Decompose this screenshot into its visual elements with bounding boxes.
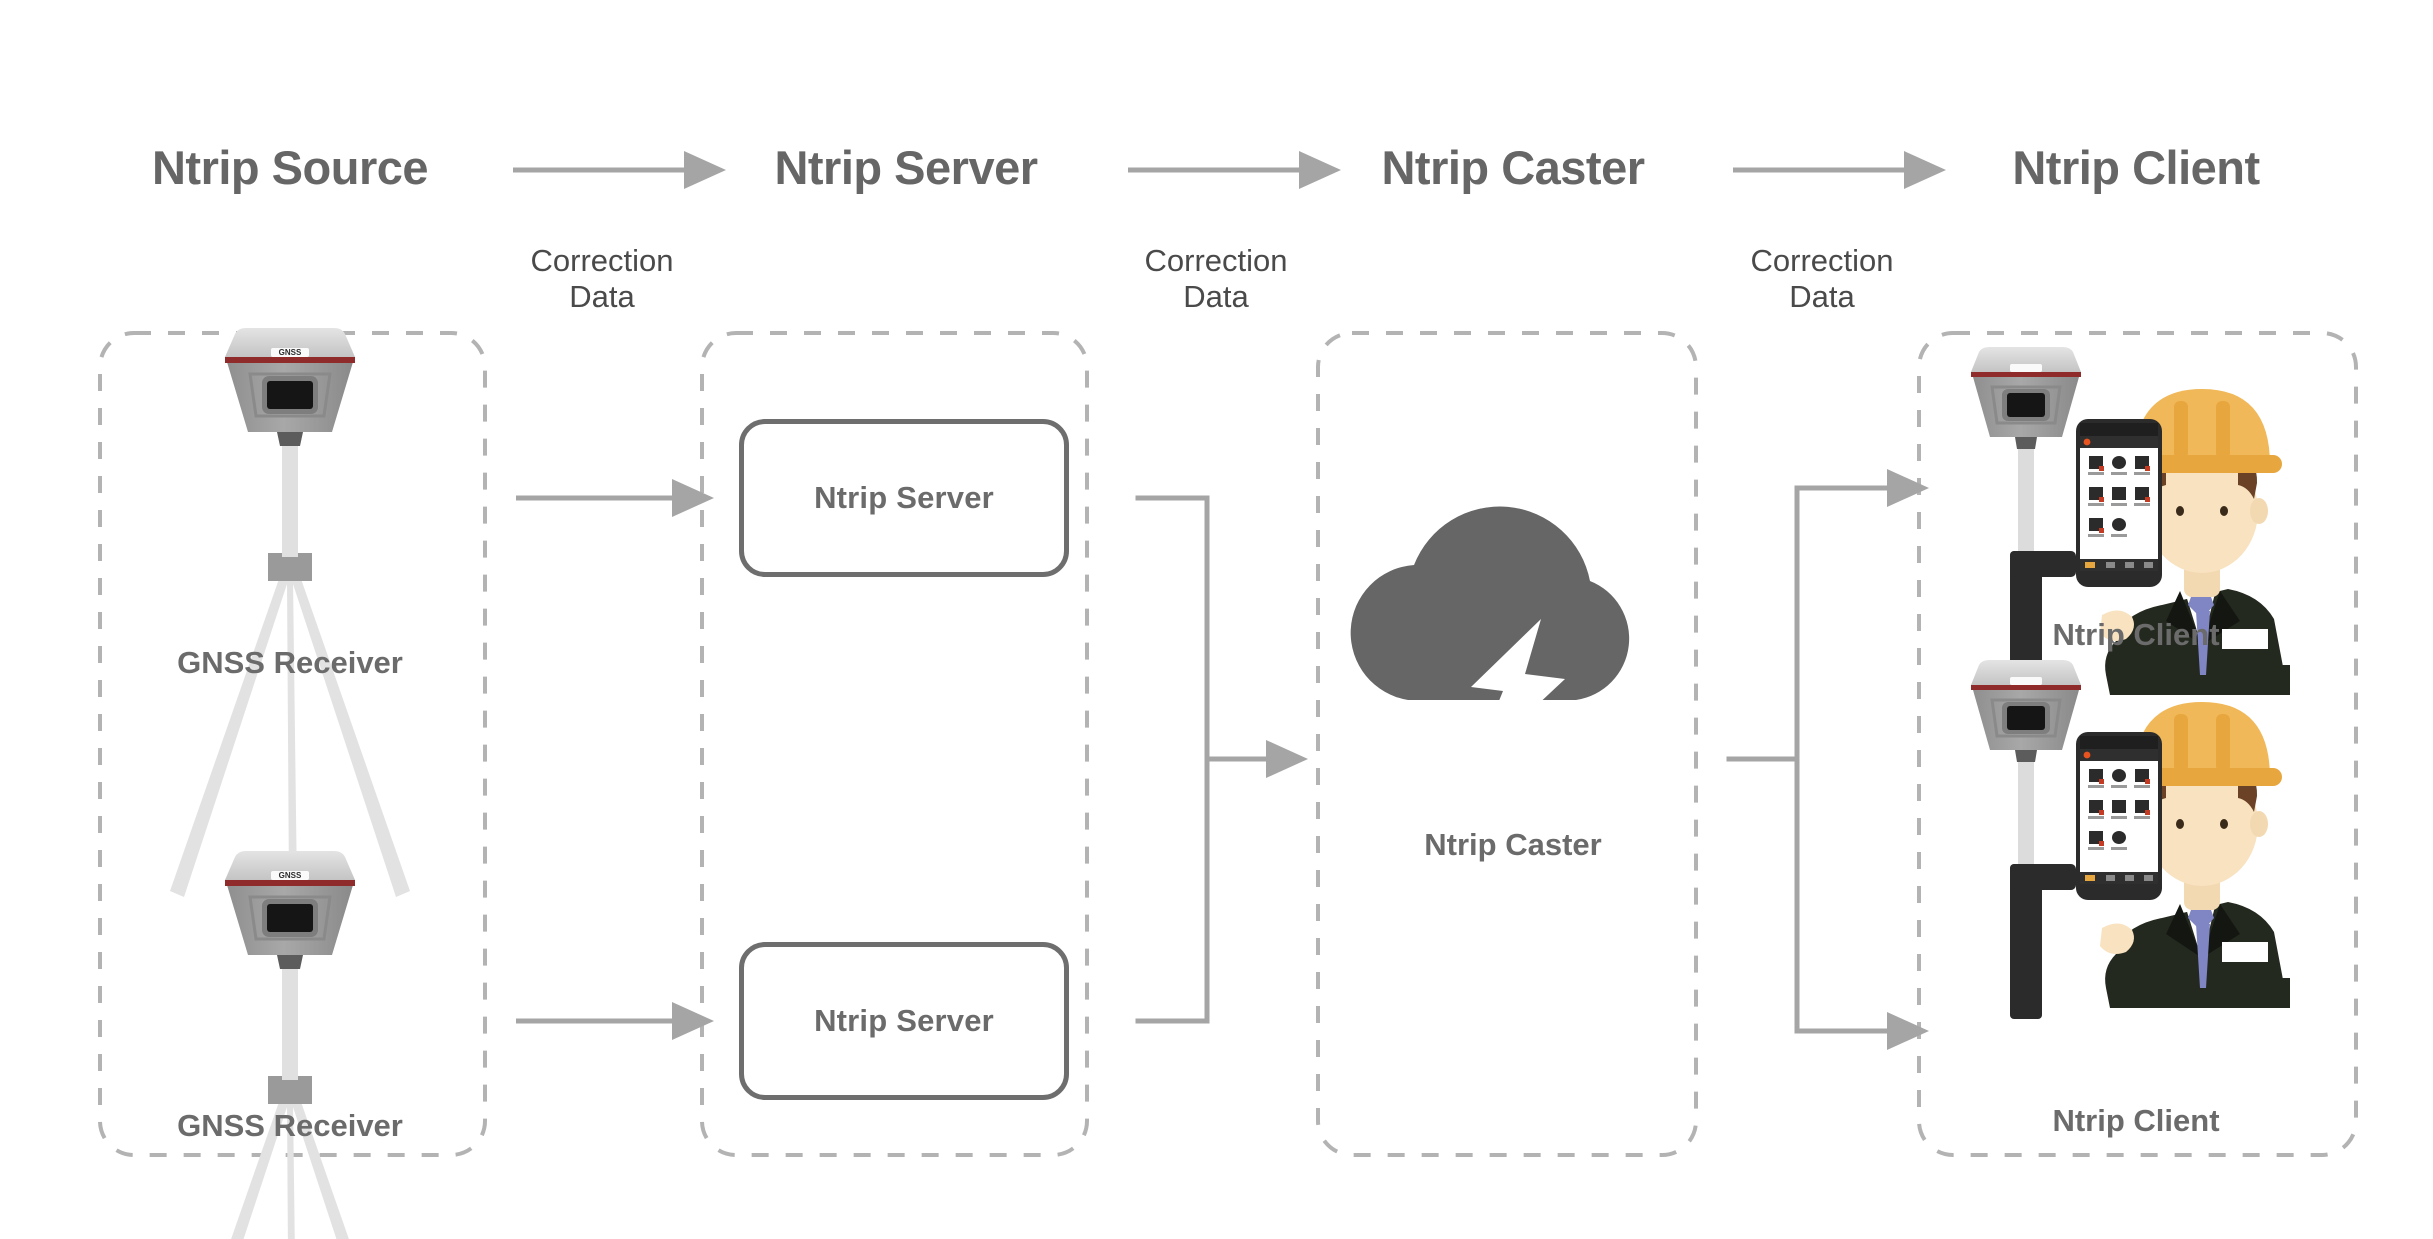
tablet-app-logo (2083, 438, 2091, 446)
tablet-tab-4 (2144, 875, 2153, 881)
cloud-lightning-icon (1350, 506, 1630, 765)
tripod-leg-right (291, 576, 410, 897)
column-title-ntrip-server: Ntrip Server (774, 141, 1038, 194)
tablet-statusbar (2080, 736, 2158, 749)
column-title-ntrip-client: Ntrip Client (2012, 141, 2260, 194)
edge-label-source-to-server: Correction Data (531, 243, 674, 314)
server-to-caster-bracket (1135, 495, 1308, 1024)
ntrip-server-box-1[interactable]: Ntrip Server (739, 419, 1069, 577)
surveyor-eye-left (2176, 506, 2184, 516)
receiver-brand-text: GNSS (279, 348, 302, 357)
ntrip-server-box-1-label: Ntrip Server (814, 480, 994, 515)
receiver-pole (282, 442, 298, 557)
receiver-stripe (225, 880, 355, 886)
client-receiver-screen (2007, 706, 2045, 730)
receiver-brand-text: GNSS (279, 871, 302, 880)
tripod-leg-center (287, 580, 297, 890)
surveyor-name-badge (2222, 629, 2268, 649)
client-receiver-pole-assembly (1971, 660, 2081, 1019)
surveyor-helmet-rib-left (2174, 401, 2188, 459)
edge-label-server-to-caster: Correction Data (1145, 243, 1288, 314)
surveyor-with-tablet-icon (1971, 660, 2290, 1019)
surveyor-helmet-rib-right (2216, 714, 2230, 772)
caption-gnss-receiver-1: GNSS Receiver (177, 645, 403, 680)
split-bracket-lower (1794, 756, 1841, 1034)
tablet-tab-3 (2125, 875, 2134, 881)
edge-label-line1: Correction (530, 243, 674, 278)
tablet-tab-active (2085, 875, 2095, 881)
surveyor-name-badge (2222, 942, 2268, 962)
caption-gnss-receiver-2: GNSS Receiver (177, 1108, 403, 1143)
source-to-server-arrows (516, 479, 714, 1040)
surveyor-helmet-rib-right (2216, 401, 2230, 459)
receiver-pole-nub (277, 955, 303, 969)
tablet-tab-2 (2106, 875, 2115, 881)
client-receiver-screen (2007, 393, 2045, 417)
column-title-ntrip-caster: Ntrip Caster (1381, 141, 1645, 194)
surveyor-tablet (2076, 732, 2162, 900)
tripod-leg-left (170, 576, 289, 897)
tablet-app-logo (2083, 751, 2091, 759)
surveyor-tablet (2076, 419, 2162, 587)
edge-label-line1: Correction (1750, 243, 1894, 278)
tablet-tab-4 (2144, 562, 2153, 568)
receiver-stripe (225, 357, 355, 363)
caption-ntrip-client-2: Ntrip Client (2052, 1103, 2220, 1138)
client-receiver-brand-plate (2010, 364, 2042, 372)
receiver-pole-nub (277, 432, 303, 446)
tablet-tab-active (2085, 562, 2095, 568)
surveyor-ear-right (2250, 498, 2268, 524)
caster-to-client-bracket (1726, 469, 1929, 1050)
column-title-ntrip-source: Ntrip Source (151, 141, 429, 194)
tablet-appbar (2080, 749, 2158, 761)
receiver-screen (267, 381, 313, 409)
receiver-pole (282, 965, 298, 1080)
edge-label-caster-to-client: Correction Data (1751, 243, 1894, 314)
split-bracket-upper (1794, 485, 1841, 762)
ntrip-server-box-2-label: Ntrip Server (814, 1003, 994, 1038)
gnss-receiver-tripod-icon: GNSS (225, 851, 355, 1239)
receiver-screen (267, 904, 313, 932)
client-receiver-nub (2015, 437, 2037, 449)
client-receiver-stripe (1971, 685, 2081, 690)
ntrip-diagram-canvas: GNSS GNSS Ntrip Source Ntrip Server Ntri… (0, 0, 2433, 1239)
tripod-hub (268, 1076, 312, 1104)
edge-label-line2: Data (569, 278, 635, 314)
client-receiver-stripe (1971, 372, 2081, 377)
caster-group-border (1316, 331, 1698, 1157)
gnss-receiver-tripod-icon: GNSS (170, 328, 410, 897)
surveyor-ear-right (2250, 811, 2268, 837)
caption-ntrip-caster: Ntrip Caster (1424, 827, 1602, 862)
surveyor-eye-right (2220, 819, 2228, 829)
surveyor-eye-right (2220, 506, 2228, 516)
tablet-tab-2 (2106, 562, 2115, 568)
client-receiver-nub (2015, 750, 2037, 762)
client-pole-clamp-arm (2010, 551, 2076, 577)
tablet-appbar (2080, 436, 2158, 448)
edge-label-line2: Data (1183, 278, 1249, 314)
tablet-statusbar (2080, 423, 2158, 436)
ntrip-server-box-2[interactable]: Ntrip Server (739, 942, 1069, 1100)
edge-label-line1: Correction (1144, 243, 1288, 278)
tablet-tab-3 (2125, 562, 2134, 568)
merge-bracket-path (1135, 495, 1210, 1024)
surveyor-eye-left (2176, 819, 2184, 829)
client-receiver-brand-plate (2010, 677, 2042, 685)
caption-ntrip-client-1: Ntrip Client (2052, 617, 2220, 652)
client-pole-clamp-arm (2010, 864, 2076, 890)
tripod-hub (268, 553, 312, 581)
edge-label-line2: Data (1789, 278, 1855, 314)
surveyor-helmet-rib-left (2174, 714, 2188, 772)
